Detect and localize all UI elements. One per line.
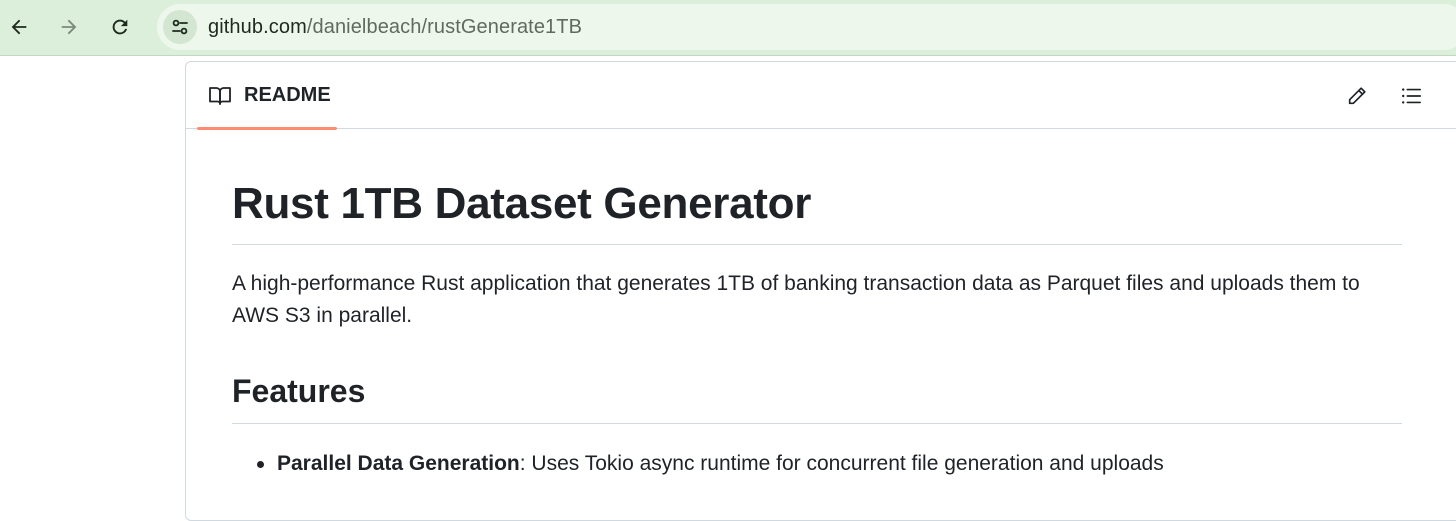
browser-toolbar: github.com/danielbeach/rustGenerate1TB bbox=[0, 0, 1456, 56]
list-item: Parallel Data Generation: Uses Tokio asy… bbox=[232, 448, 1164, 480]
pencil-icon bbox=[1348, 87, 1366, 105]
arrow-left-icon bbox=[11, 19, 27, 35]
features-list: Parallel Data Generation: Uses Tokio asy… bbox=[232, 448, 1164, 480]
back-button[interactable] bbox=[1, 9, 37, 45]
features-divider bbox=[232, 423, 1402, 424]
feature-description: : Uses Tokio async runtime for concurren… bbox=[519, 452, 1164, 475]
readme-card: README Rust 1TB Dataset Generator A high… bbox=[185, 61, 1456, 521]
edit-file-button[interactable] bbox=[1344, 83, 1370, 109]
url-host: github.com bbox=[208, 15, 307, 38]
outline-button[interactable] bbox=[1398, 83, 1424, 109]
site-info-button[interactable] bbox=[163, 10, 197, 44]
reload-button[interactable] bbox=[102, 9, 138, 45]
forward-button[interactable] bbox=[51, 9, 87, 45]
readme-intro: A high-performance Rust application that… bbox=[232, 272, 1360, 327]
readme-header: README bbox=[186, 62, 1456, 130]
title-divider bbox=[232, 244, 1402, 245]
url-text[interactable]: github.com/danielbeach/rustGenerate1TB bbox=[208, 16, 582, 39]
book-icon bbox=[209, 86, 231, 105]
tab-readme[interactable]: README bbox=[197, 62, 337, 130]
bullet-icon bbox=[257, 461, 264, 468]
list-icon bbox=[1402, 88, 1421, 104]
readme-title: Rust 1TB Dataset Generator bbox=[232, 179, 812, 228]
tune-icon bbox=[172, 19, 188, 35]
features-heading: Features bbox=[232, 373, 366, 409]
reload-icon bbox=[112, 19, 128, 35]
tab-active-indicator bbox=[197, 127, 337, 130]
address-bar[interactable]: github.com/danielbeach/rustGenerate1TB bbox=[157, 4, 1456, 50]
tab-readme-label: README bbox=[244, 84, 331, 106]
arrow-right-icon bbox=[61, 19, 77, 35]
feature-term: Parallel Data Generation bbox=[277, 452, 520, 475]
url-path: /danielbeach/rustGenerate1TB bbox=[306, 15, 583, 38]
